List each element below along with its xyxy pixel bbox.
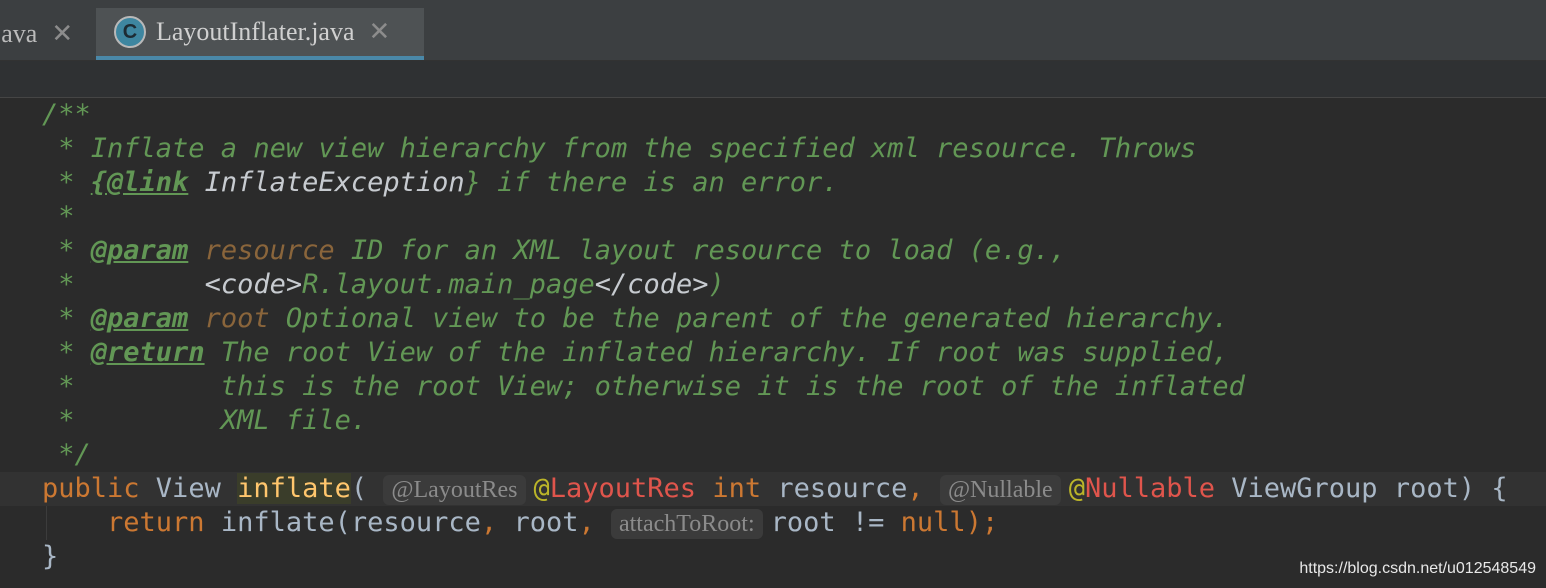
doc-comment: * Inflate a new view hierarchy from the … (42, 133, 1197, 164)
doc-comment: * (42, 337, 91, 368)
doc-param-name: resource (188, 235, 335, 266)
doc-comment: * (42, 167, 91, 198)
code-line: * (0, 200, 1546, 234)
code-area[interactable]: /** * Inflate a new view hierarchy from … (0, 98, 1546, 574)
java-class-icon: C (114, 16, 146, 48)
keyword: int (696, 473, 762, 504)
type-name: View (139, 473, 238, 504)
closing-brace: } (42, 541, 59, 572)
punctuation: ( (350, 473, 384, 504)
keyword: public (42, 473, 140, 504)
doc-html-tag: <code> (204, 269, 303, 300)
tab-label: LayoutInflater.java (156, 17, 355, 46)
keyword: null (900, 507, 966, 538)
doc-html-tag: </code> (594, 269, 709, 300)
annotation-at: @ (533, 473, 550, 504)
argument: root (497, 507, 579, 538)
ide-editor: java ✕ C LayoutInflater.java ✕ /** * Inf… (0, 0, 1546, 588)
param-list-tail: ViewGroup root) { (1215, 473, 1508, 504)
close-icon[interactable]: ✕ (369, 19, 391, 45)
code-line: /** (0, 98, 1546, 132)
class-icon-letter: C (122, 20, 138, 43)
doc-param-tag[interactable]: @param (91, 235, 189, 266)
inlay-hint-parameter: attachToRoot: (610, 509, 763, 539)
code-line: * @param resource ID for an XML layout r… (0, 234, 1546, 268)
doc-param-tag[interactable]: @param (91, 303, 189, 334)
indent-guide (46, 506, 47, 540)
code-line: * @param root Optional view to be the pa… (0, 302, 1546, 336)
code-line: * {@link InflateException} if there is a… (0, 166, 1546, 200)
annotation-name: LayoutRes (549, 473, 697, 504)
doc-comment: /** (42, 99, 91, 130)
expression: root != (770, 507, 901, 538)
code-line: */ (0, 438, 1546, 472)
doc-comment: } if there is an error. (464, 167, 839, 198)
punctuation: , (907, 473, 940, 504)
doc-comment: * (42, 235, 91, 266)
close-icon[interactable]: ✕ (51, 21, 73, 47)
doc-comment: * (42, 303, 91, 334)
tab-java[interactable]: java ✕ (0, 8, 94, 60)
doc-return-tag[interactable]: @return (91, 337, 205, 368)
tab-layoutinflater-java[interactable]: C LayoutInflater.java ✕ (96, 8, 424, 60)
doc-comment: Optional view to be the parent of the ge… (269, 303, 1229, 334)
doc-comment: * (42, 201, 75, 232)
code-line-current: public View inflate( @LayoutRes @LayoutRe… (0, 472, 1546, 506)
method-name[interactable]: inflate (237, 473, 351, 504)
doc-comment: R.layout.main_page (302, 269, 595, 300)
doc-comment: ) (708, 269, 725, 300)
code-line: * @return The root View of the inflated … (0, 336, 1546, 370)
annotation-name: Nullable (1084, 473, 1215, 504)
code-line: * XML file. (0, 404, 1546, 438)
doc-comment: ID for an XML layout resource to load (e… (334, 235, 1067, 266)
annotation-at: @ (1068, 473, 1085, 504)
doc-comment: The root View of the inflated hierarchy.… (204, 337, 1229, 368)
doc-param-name: root (188, 303, 270, 334)
param-name: resource (761, 473, 908, 504)
doc-link-tag[interactable]: {@link (91, 167, 189, 198)
keyword: return (107, 507, 205, 538)
editor-tab-bar: java ✕ C LayoutInflater.java ✕ (0, 8, 1546, 61)
doc-comment: * (42, 269, 205, 300)
doc-comment: * this is the root View; otherwise it is… (42, 371, 1245, 402)
tab-label: java (0, 19, 38, 48)
code-line: * Inflate a new view hierarchy from the … (0, 132, 1546, 166)
watermark: https://blog.csdn.net/u012548549 (1299, 560, 1536, 577)
doc-link-ref: InflateException (188, 167, 465, 198)
punctuation: , (480, 507, 498, 538)
punctuation: , (578, 507, 611, 538)
code-line: * <code>R.layout.main_page</code>) (0, 268, 1546, 302)
inlay-hint-annotation: @Nullable (939, 475, 1061, 505)
breadcrumb-bar (0, 61, 1546, 98)
code-line: * this is the root View; otherwise it is… (0, 370, 1546, 404)
inlay-hint-annotation: @LayoutRes (383, 475, 526, 505)
doc-comment: */ (42, 439, 91, 470)
doc-comment: * XML file. (42, 405, 368, 436)
method-call: inflate(resource (204, 507, 481, 538)
code-line: return inflate(resource, root, attachToR… (0, 506, 1546, 540)
punctuation: ); (965, 507, 999, 538)
